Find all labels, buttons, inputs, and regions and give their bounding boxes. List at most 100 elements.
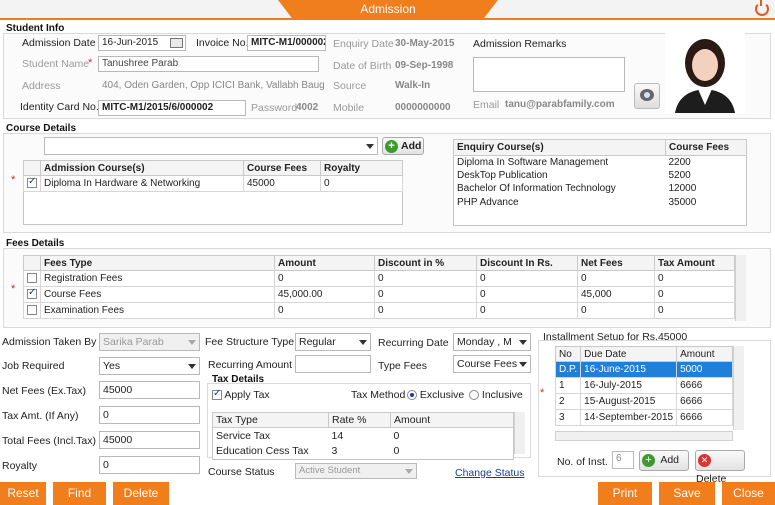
reset-button[interactable]: Reset: [0, 482, 46, 505]
course-select[interactable]: [44, 137, 378, 155]
table-row[interactable]: Education Cess Tax 3 0: [213, 444, 514, 460]
tax-scrollbar[interactable]: [514, 412, 525, 454]
enquiry-date-label: Enquiry Date: [333, 38, 394, 50]
table-row[interactable]: 2 15-August-2015 6666: [554, 393, 733, 410]
address-label: Address: [22, 80, 61, 92]
type-fees-select[interactable]: Course Fees: [453, 355, 531, 373]
tax-amount-label: Tax Amt. (If Any): [2, 410, 79, 422]
table-row[interactable]: PHP Advance 35000: [454, 195, 747, 208]
row-checkbox[interactable]: [27, 273, 37, 284]
required-marker: *: [540, 387, 545, 399]
student-photo: [665, 33, 745, 113]
table-row[interactable]: Bachelor Of Information Technology 12000: [454, 182, 747, 195]
job-required-select[interactable]: Yes: [99, 357, 200, 375]
mobile-value: 0000000000: [395, 102, 451, 113]
column-header: Enquiry Course(s): [453, 139, 666, 156]
total-fees-label: Total Fees (Incl.Tax): [2, 435, 96, 447]
apply-tax-checkbox[interactable]: [212, 388, 222, 401]
apply-tax-option[interactable]: Apply Tax: [212, 388, 270, 401]
column-header: Net Fees: [577, 255, 655, 271]
exclusive-radio[interactable]: [407, 390, 417, 401]
installment-table: No Due Date Amount D.P. 16-June-2015 5000 …: [554, 346, 733, 426]
student-name-label: Student Name: [22, 58, 90, 70]
table-row[interactable]: Service Tax 14 0: [213, 428, 514, 444]
webcam-icon[interactable]: [634, 83, 660, 109]
required-marker: *: [88, 57, 93, 69]
inst-count-label: No. of Inst.: [557, 456, 608, 468]
column-header: No: [554, 346, 582, 362]
royalty-field[interactable]: 0: [99, 456, 200, 474]
delete-button[interactable]: Delete: [113, 482, 169, 505]
window-title: Admission: [278, 0, 498, 20]
save-button[interactable]: Save: [659, 482, 715, 505]
column-header: Due Date: [580, 346, 678, 362]
table-row[interactable]: Diploma In Hardware & Networking 45000 0: [23, 175, 403, 192]
admission-date-field[interactable]: 16-Jun-2015: [98, 35, 186, 51]
table-row[interactable]: 3 14-September-2015 6666: [554, 409, 733, 426]
table-row[interactable]: DeskTop Publication 5200: [454, 169, 747, 182]
table-row[interactable]: Registration Fees 0 0 0 0 0: [23, 270, 735, 287]
course-status-label: Course Status: [208, 466, 275, 478]
fees-scrollbar[interactable]: [735, 255, 746, 321]
taken-by-label: Admission Taken By: [2, 336, 97, 348]
enquiry-course-table: Enquiry Course(s) Course Fees Diploma In…: [453, 139, 747, 226]
tax-amount-field[interactable]: 0: [99, 406, 200, 424]
row-checkbox[interactable]: [27, 305, 37, 316]
fee-structure-select[interactable]: Regular: [295, 333, 371, 351]
id-card-field[interactable]: MITC-M1/2015/6/000002: [98, 100, 246, 116]
student-name-field[interactable]: Tanushree Parab: [98, 56, 319, 72]
net-fees-field[interactable]: 45000: [99, 381, 200, 399]
admission-course-table: Admission Course(s) Course Fees Royalty …: [23, 160, 403, 225]
column-header: Amount: [274, 255, 375, 271]
remarks-textarea[interactable]: [473, 57, 625, 92]
column-header: Course Fees: [243, 160, 321, 176]
taken-by-select[interactable]: Sarika Parab: [99, 333, 200, 351]
inclusive-radio[interactable]: [469, 390, 479, 401]
inst-count-field[interactable]: 6: [612, 451, 634, 469]
installment-hscrollbar[interactable]: [555, 431, 733, 441]
column-header: Discount In Rs.: [476, 255, 578, 271]
column-header: Tax Amount: [654, 255, 735, 271]
column-header: Tax Type: [212, 412, 329, 428]
net-fees-label: Net Fees (Ex.Tax): [2, 385, 87, 397]
change-status-link[interactable]: Change Status: [455, 467, 524, 479]
table-row[interactable]: D.P. 16-June-2015 5000: [554, 361, 733, 378]
add-installment-button[interactable]: + Add: [639, 450, 689, 471]
dob-label: Date of Birth: [333, 60, 392, 72]
admission-date-label: Admission Date: [22, 37, 96, 49]
tax-method-label: Tax Method: [351, 389, 406, 401]
calendar-icon[interactable]: [170, 38, 183, 48]
plus-icon: +: [385, 139, 398, 153]
fees-table: Fees Type Amount Discount in % Discount …: [23, 255, 735, 319]
row-checkbox[interactable]: [27, 176, 37, 189]
close-icon: ✕: [698, 453, 711, 467]
remarks-label: Admission Remarks: [473, 38, 567, 50]
recurring-amount-label: Recurring Amount: [208, 359, 293, 371]
column-header: Discount in %: [374, 255, 477, 271]
exclusive-option[interactable]: Exclusive: [407, 389, 464, 401]
add-course-button[interactable]: + Add: [382, 137, 424, 155]
enquiry-date-value: 30-May-2015: [395, 38, 455, 49]
installment-vscrollbar[interactable]: [733, 346, 744, 430]
source-value: Walk-In: [395, 80, 431, 91]
column-header: Course Fees: [665, 139, 747, 156]
row-checkbox[interactable]: [27, 287, 37, 300]
table-row[interactable]: Examination Fees 0 0 0 0 0: [23, 302, 735, 319]
type-fees-label: Type Fees: [378, 360, 428, 372]
invoice-field[interactable]: MITC-M1/000002: [247, 35, 326, 51]
table-row[interactable]: Course Fees45,000.000045,0000: [23, 286, 735, 303]
inclusive-option[interactable]: Inclusive: [469, 389, 523, 401]
course-status-select[interactable]: Active Student: [295, 463, 417, 479]
table-row[interactable]: 1 16-July-2015 6666: [554, 377, 733, 394]
close-button[interactable]: Close: [722, 482, 775, 505]
find-button[interactable]: Find: [53, 482, 106, 505]
password-value: 4002: [296, 102, 319, 113]
table-row[interactable]: Diploma In Software Management 2200: [454, 155, 747, 168]
print-button[interactable]: Print: [598, 482, 652, 505]
mobile-label: Mobile: [333, 102, 364, 114]
power-icon[interactable]: [755, 0, 769, 16]
total-fees-field[interactable]: 45000: [99, 431, 200, 449]
recurring-amount-field[interactable]: [295, 355, 371, 373]
recurring-date-select[interactable]: Monday , M: [453, 333, 531, 351]
delete-installment-button[interactable]: ✕Delete: [695, 450, 745, 485]
